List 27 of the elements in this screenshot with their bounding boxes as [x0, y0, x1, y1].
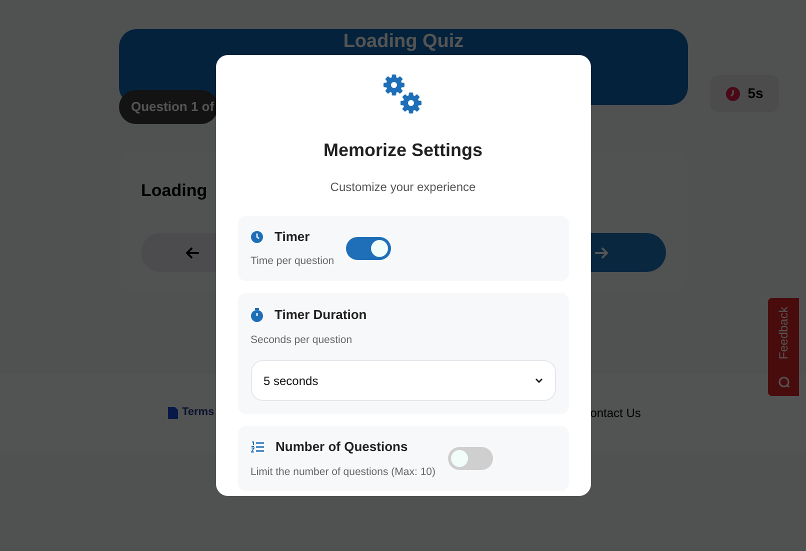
- feedback-tab[interactable]: Feedback: [768, 298, 799, 396]
- toggle-switch[interactable]: [448, 447, 493, 470]
- stopwatch-icon: [250, 308, 262, 322]
- setting-label: Timer: [274, 228, 310, 246]
- terms-link[interactable]: Terms: [182, 404, 214, 421]
- dialog-title: Memorize Settings: [323, 139, 483, 162]
- setting-description: Limit the number of questions (Max: 10): [250, 464, 436, 480]
- toggle-switch[interactable]: [346, 237, 392, 260]
- numbered-list-icon: [250, 440, 264, 453]
- contact-link[interactable]: ontact Us: [590, 404, 641, 422]
- setting-label: Number of Questions: [276, 438, 408, 456]
- document-icon: [168, 406, 178, 418]
- setting-description: Time per question: [250, 254, 334, 270]
- question-counter: Question 1 of: [119, 90, 218, 124]
- quiz-title: Loading Quiz: [343, 31, 464, 53]
- clock-icon: [726, 86, 740, 100]
- setting-label: Timer Duration: [274, 306, 367, 324]
- question-text: Loading: [141, 180, 208, 202]
- right-arrow-icon: [594, 246, 608, 258]
- dialog-subtitle: Customize your experience: [330, 179, 476, 196]
- left-arrow-icon: [186, 246, 200, 258]
- duration-select[interactable]: 5 seconds: [250, 360, 556, 402]
- timer-value: 5s: [748, 84, 764, 103]
- clock-icon: [250, 230, 262, 243]
- setting-description: Seconds per question: [250, 332, 354, 348]
- chevron-down-icon: [534, 378, 542, 384]
- feedback-label: Feedback: [776, 306, 792, 360]
